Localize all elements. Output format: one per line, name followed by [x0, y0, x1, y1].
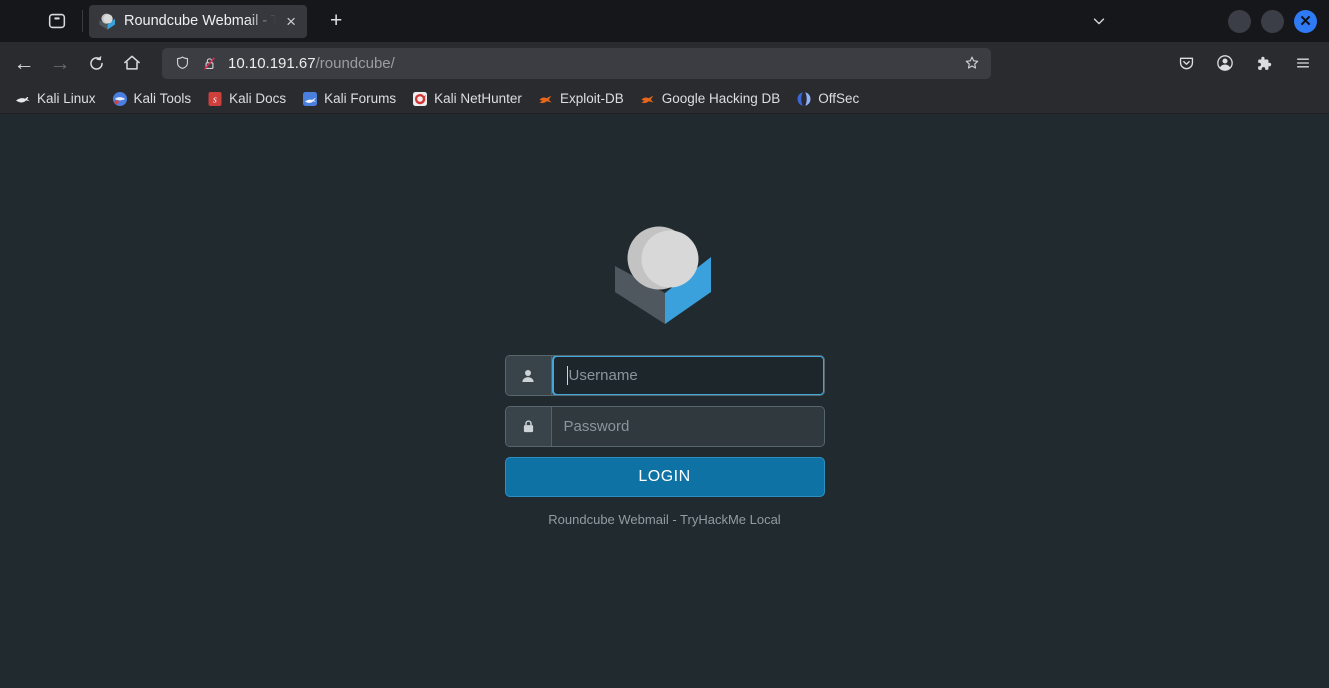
kali-dragon-icon [15, 91, 31, 107]
close-window-icon: ✕ [1299, 14, 1312, 29]
bookmark-label: OffSec [818, 91, 859, 106]
login-footer-text: Roundcube Webmail - TryHackMe Local [548, 512, 780, 527]
bookmark-label: Kali Docs [229, 91, 286, 106]
url-path: /roundcube/ [316, 55, 395, 72]
account-icon [1215, 53, 1235, 73]
url-bar[interactable]: 10.10.191.67/roundcube/ [162, 48, 991, 79]
tab-roundcube[interactable]: Roundcube Webmail - Try × [89, 5, 307, 38]
hamburger-menu-icon [1294, 54, 1312, 72]
tab-bar: Roundcube Webmail - Try × + ✕ [0, 0, 1329, 42]
kali-forums-icon [302, 91, 318, 107]
pocket-button[interactable] [1170, 48, 1202, 78]
bookmark-google-hacking-db[interactable]: Google Hacking DB [634, 88, 787, 110]
login-form: LOGIN [505, 355, 825, 497]
bookmark-label: Kali Tools [134, 91, 192, 106]
pocket-icon [1177, 54, 1196, 73]
roundcube-logo [613, 222, 717, 326]
firefox-view-icon [46, 10, 68, 32]
username-icon-cell [506, 356, 552, 395]
text-caret [567, 366, 568, 385]
bookmarks-toolbar: Kali Linux Kali Tools s Kali Docs [0, 84, 1329, 114]
username-field-group [505, 355, 825, 396]
bookmark-kali-docs[interactable]: s Kali Docs [201, 88, 292, 110]
url-host: 10.10.191.67 [228, 55, 316, 72]
forward-arrow-icon: → [50, 53, 71, 74]
bookmark-exploit-db[interactable]: Exploit-DB [532, 88, 630, 110]
offsec-icon [796, 91, 812, 107]
insecure-lock-icon[interactable] [201, 55, 218, 72]
navigation-toolbar: ← → [0, 42, 1329, 84]
bookmark-offsec[interactable]: OffSec [790, 88, 865, 110]
kali-docs-icon: s [207, 91, 223, 107]
bookmark-label: Exploit-DB [560, 91, 624, 106]
account-button[interactable] [1209, 48, 1241, 78]
login-button[interactable]: LOGIN [505, 457, 825, 497]
bookmark-label: Google Hacking DB [662, 91, 781, 106]
bookmark-kali-tools[interactable]: Kali Tools [106, 88, 198, 110]
star-icon [963, 54, 981, 72]
minimize-button[interactable] [1228, 10, 1251, 33]
puzzle-piece-icon [1255, 54, 1274, 73]
reload-icon [87, 54, 106, 73]
exploit-db-icon [538, 91, 554, 107]
bookmark-label: Kali Linux [37, 91, 96, 106]
password-field-group [505, 406, 825, 447]
password-icon-cell [506, 407, 552, 446]
back-arrow-icon: ← [14, 53, 35, 74]
bookmark-kali-forums[interactable]: Kali Forums [296, 88, 402, 110]
username-input[interactable] [554, 357, 823, 394]
firefox-view-button[interactable] [40, 5, 74, 37]
password-input[interactable] [552, 407, 824, 446]
bookmark-label: Kali Forums [324, 91, 396, 106]
bookmark-kali-nethunter[interactable]: Kali NetHunter [406, 88, 528, 110]
forward-button[interactable]: → [44, 48, 76, 78]
chevron-down-icon [1090, 12, 1108, 30]
roundcube-favicon-icon [99, 13, 116, 30]
browser-window: Roundcube Webmail - Try × + ✕ ← → [0, 0, 1329, 688]
bookmark-kali-linux[interactable]: Kali Linux [9, 88, 102, 110]
bookmark-page-button[interactable] [963, 54, 981, 72]
reload-button[interactable] [80, 48, 112, 78]
page-content: LOGIN Roundcube Webmail - TryHackMe Loca… [0, 114, 1329, 688]
tab-title: Roundcube Webmail - Try [124, 13, 281, 29]
extensions-button[interactable] [1248, 48, 1280, 78]
close-window-button[interactable]: ✕ [1294, 10, 1317, 33]
url-text[interactable]: 10.10.191.67/roundcube/ [228, 55, 963, 72]
bookmark-label: Kali NetHunter [434, 91, 522, 106]
kali-tools-icon [112, 91, 128, 107]
menu-button[interactable] [1287, 48, 1319, 78]
lock-icon [520, 418, 537, 435]
tab-close-icon[interactable]: × [283, 12, 299, 31]
back-button[interactable]: ← [8, 48, 40, 78]
kali-nethunter-icon [412, 91, 428, 107]
toolbar-separator [82, 10, 83, 32]
google-hacking-db-icon [640, 91, 656, 107]
list-all-tabs-button[interactable] [1090, 12, 1108, 30]
user-icon [519, 367, 537, 385]
new-tab-button[interactable]: + [321, 7, 351, 35]
home-icon [122, 53, 142, 73]
maximize-button[interactable] [1261, 10, 1284, 33]
home-button[interactable] [116, 48, 148, 78]
shield-permissions-icon[interactable] [174, 55, 191, 72]
svg-text:s: s [213, 94, 217, 105]
